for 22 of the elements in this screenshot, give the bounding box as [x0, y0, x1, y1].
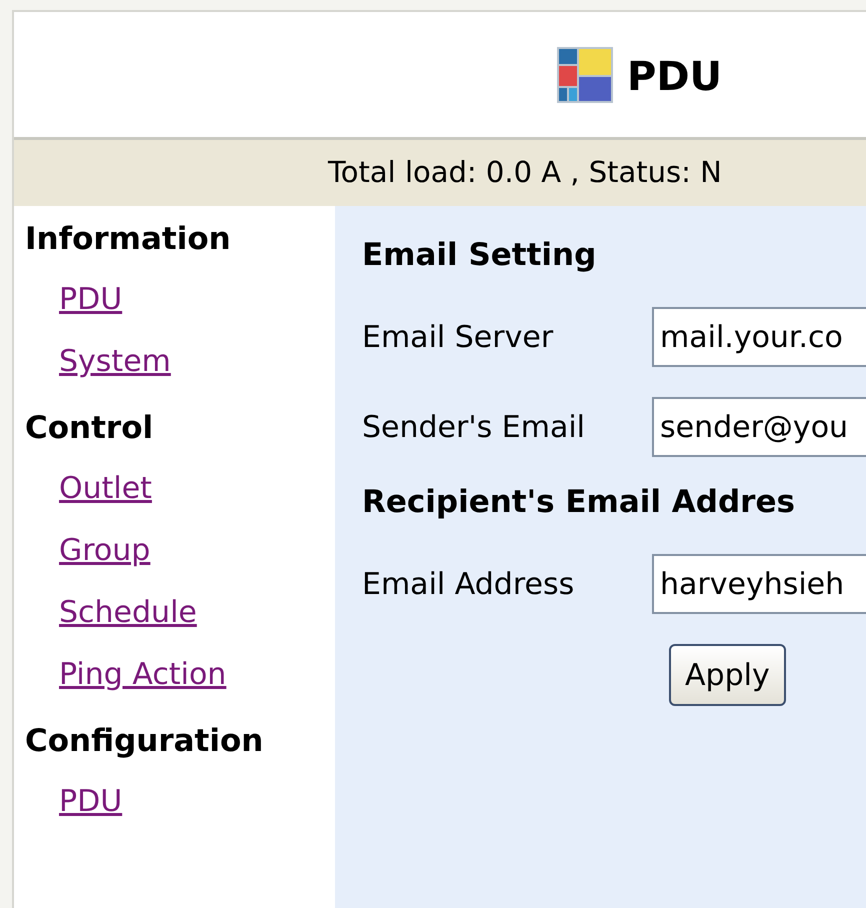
text-field[interactable]: sender@you	[652, 397, 866, 457]
sidebar-link[interactable]: PDU	[59, 787, 122, 817]
field-label: Email Address	[362, 566, 576, 604]
sidebar-link[interactable]: Outlet	[59, 474, 152, 504]
status-bar: Total load: 0.0 A , Status: N	[14, 140, 866, 206]
sidebar-link[interactable]: Group	[59, 536, 150, 566]
section-heading: Recipient's Email Addres	[362, 487, 796, 518]
sidebar-link[interactable]: System	[59, 347, 171, 377]
section-heading: Email Setting	[362, 240, 598, 271]
sidebar-heading: Information	[25, 224, 232, 255]
field-label: Sender's Email	[362, 408, 586, 446]
apply-button[interactable]: Apply	[669, 644, 786, 706]
sidebar-link[interactable]: Ping Action	[59, 660, 226, 690]
text-field[interactable]: harveyhsieh	[652, 554, 866, 614]
logo-icon	[557, 46, 613, 102]
sidebar-link[interactable]: Schedule	[59, 598, 197, 628]
sidebar-link[interactable]: PDU	[59, 285, 122, 315]
sidebar-heading: Control	[25, 413, 154, 444]
sidebar-heading: Configuration	[25, 726, 264, 757]
text-field[interactable]: mail.your.co	[652, 307, 866, 367]
page-title: PDU	[627, 52, 722, 102]
field-label: Email Server	[362, 318, 554, 356]
